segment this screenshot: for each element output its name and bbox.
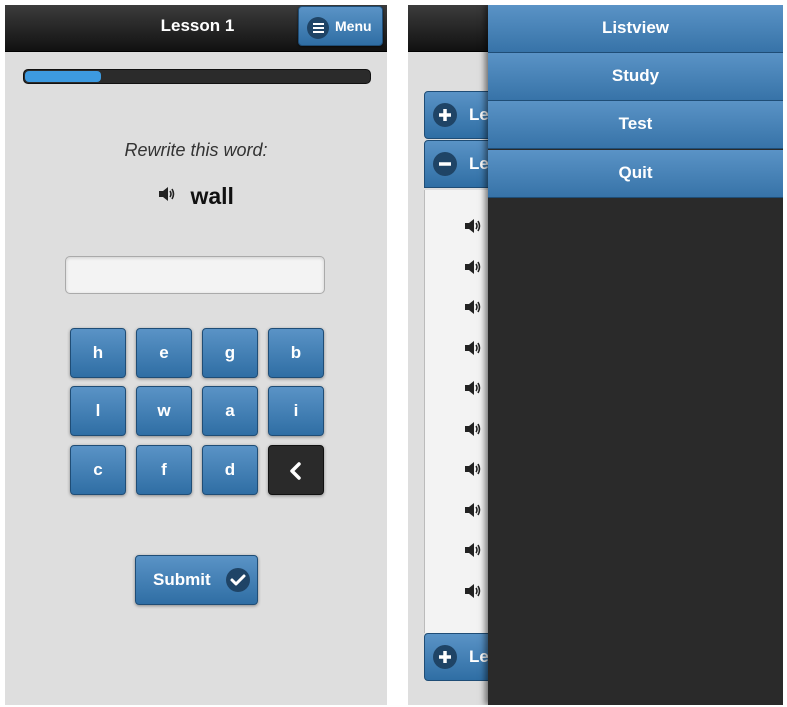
hamburger-icon: [307, 17, 329, 39]
key-e[interactable]: e: [136, 328, 192, 378]
plus-icon: [433, 103, 457, 127]
speaker-icon[interactable]: [464, 340, 482, 361]
speaker-icon[interactable]: [464, 502, 482, 523]
progress-fill: [25, 71, 101, 82]
speaker-icon[interactable]: [464, 259, 482, 280]
backspace-key[interactable]: [268, 445, 324, 495]
chevron-left-icon: [290, 461, 301, 480]
menu-screen: Le Le Le Listview Study Test Quit: [408, 5, 783, 705]
speaker-icon[interactable]: [464, 421, 482, 442]
lesson-screen: Lesson 1 Menu Rewrite this word: wall he…: [5, 5, 387, 705]
accordion-label: Le: [469, 647, 489, 666]
target-word: wall: [190, 183, 234, 209]
key-b[interactable]: b: [268, 328, 324, 378]
key-h[interactable]: h: [70, 328, 126, 378]
word-row: wall: [5, 183, 387, 210]
key-g[interactable]: g: [202, 328, 258, 378]
submit-button[interactable]: Submit: [135, 555, 258, 605]
speaker-icon[interactable]: [464, 380, 482, 401]
progress-bar: [23, 69, 371, 84]
menu-item-listview[interactable]: Listview: [488, 5, 783, 53]
speaker-icon[interactable]: [464, 299, 482, 320]
answer-input[interactable]: [65, 256, 325, 294]
speaker-icon[interactable]: [464, 542, 482, 563]
menu-item-study[interactable]: Study: [488, 53, 783, 101]
key-i[interactable]: i: [268, 386, 324, 436]
side-menu-drawer: Listview Study Test Quit: [488, 5, 783, 705]
key-f[interactable]: f: [136, 445, 192, 495]
menu-item-quit[interactable]: Quit: [488, 150, 783, 198]
key-c[interactable]: c: [70, 445, 126, 495]
accordion-label: Le: [469, 105, 489, 124]
menu-button-label: Menu: [335, 18, 372, 34]
speaker-icon[interactable]: [464, 583, 482, 604]
minus-icon: [433, 152, 457, 176]
speaker-icon[interactable]: [464, 461, 482, 482]
menu-button[interactable]: Menu: [298, 6, 383, 46]
plus-icon: [433, 645, 457, 669]
key-d[interactable]: d: [202, 445, 258, 495]
key-a[interactable]: a: [202, 386, 258, 436]
menu-item-test[interactable]: Test: [488, 101, 783, 149]
key-w[interactable]: w: [136, 386, 192, 436]
key-l[interactable]: l: [70, 386, 126, 436]
accordion-label: Le: [469, 154, 489, 173]
exercise-prompt: Rewrite this word:: [124, 140, 268, 160]
check-icon: [226, 568, 250, 592]
header-bar: Lesson 1 Menu: [5, 5, 387, 52]
submit-label: Submit: [153, 570, 211, 589]
speaker-icon[interactable]: [158, 186, 176, 207]
speaker-icon[interactable]: [464, 218, 482, 239]
